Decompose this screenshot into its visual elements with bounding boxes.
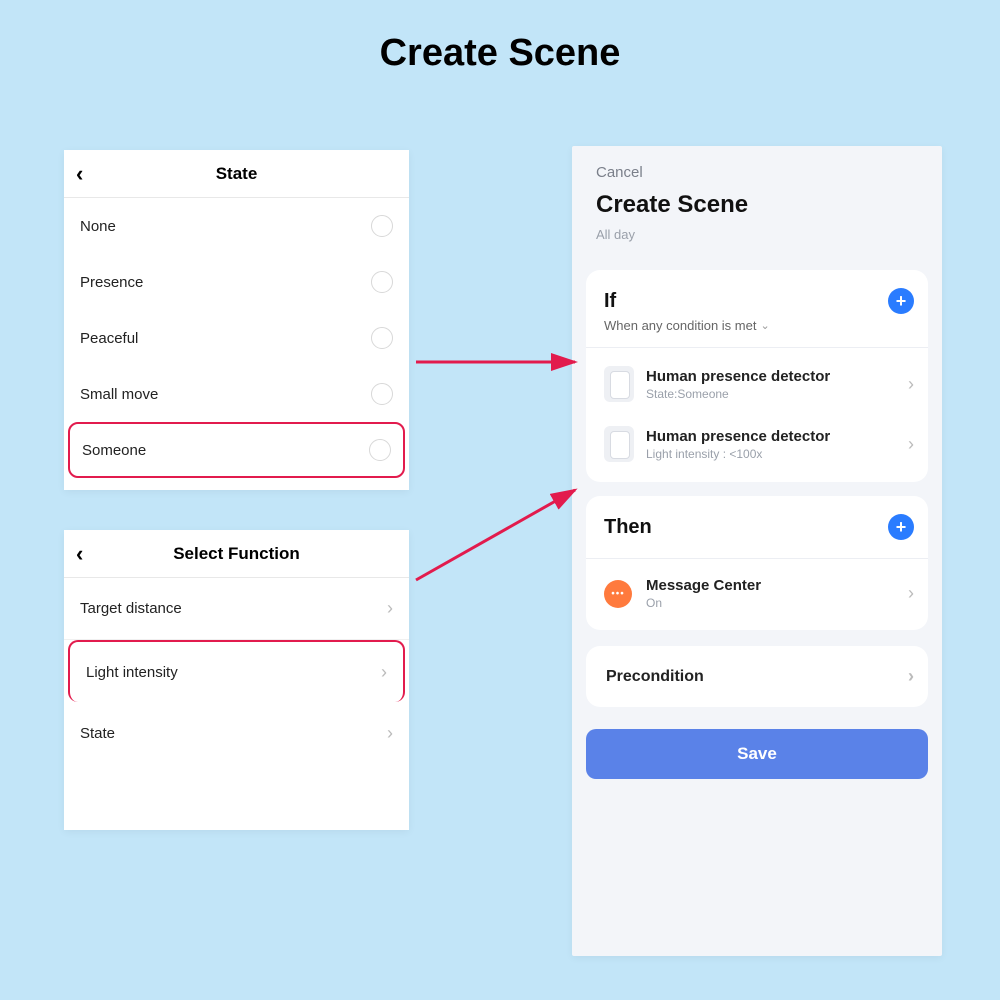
chevron-right-icon: › xyxy=(908,434,914,455)
time-range[interactable]: All day xyxy=(596,227,924,242)
add-action-button[interactable]: + xyxy=(888,514,914,540)
then-card: Then + Message Center On › xyxy=(586,496,928,630)
condition-row[interactable]: Human presence detector State:Someone › xyxy=(604,354,914,414)
plus-icon: + xyxy=(896,292,907,310)
radio-icon xyxy=(371,271,393,293)
function-panel-title: Select Function xyxy=(64,544,409,564)
back-button[interactable]: ‹ xyxy=(76,163,83,185)
radio-icon xyxy=(371,215,393,237)
save-button[interactable]: Save xyxy=(586,729,928,779)
device-icon xyxy=(604,366,634,402)
message-icon xyxy=(604,580,632,608)
then-heading: Then xyxy=(604,516,652,539)
plus-icon: + xyxy=(896,518,907,536)
function-item-state[interactable]: State › xyxy=(64,702,409,764)
add-condition-button[interactable]: + xyxy=(888,288,914,314)
condition-detail: Light intensity : <100x xyxy=(646,447,908,461)
back-button[interactable]: ‹ xyxy=(76,543,83,565)
function-panel-header: ‹ Select Function xyxy=(64,530,409,578)
state-option-label: Presence xyxy=(80,274,143,291)
action-detail: On xyxy=(646,596,908,610)
condition-detail: State:Someone xyxy=(646,387,908,401)
condition-name: Human presence detector xyxy=(646,428,908,445)
chevron-right-icon: › xyxy=(908,374,914,395)
chevron-down-icon: ⌄ xyxy=(760,319,769,332)
state-option-peaceful[interactable]: Peaceful xyxy=(64,310,409,366)
function-item-label: State xyxy=(80,725,115,742)
precondition-row[interactable]: Precondition › xyxy=(586,646,928,707)
precondition-label: Precondition xyxy=(606,668,704,686)
state-option-label: Small move xyxy=(80,386,158,403)
radio-icon xyxy=(371,327,393,349)
function-panel: ‹ Select Function Target distance › Ligh… xyxy=(64,530,409,830)
state-panel-title: State xyxy=(64,164,409,184)
condition-mode-label: When any condition is met xyxy=(604,318,756,333)
radio-icon xyxy=(369,439,391,461)
device-icon xyxy=(604,426,634,462)
radio-icon xyxy=(371,383,393,405)
state-option-label: Someone xyxy=(82,442,146,459)
scene-title: Create Scene xyxy=(596,191,924,219)
state-option-label: Peaceful xyxy=(80,330,138,347)
if-heading: If xyxy=(604,290,616,313)
function-item-light-intensity[interactable]: Light intensity › xyxy=(68,640,405,702)
function-item-label: Target distance xyxy=(80,600,182,617)
state-panel: ‹ State None Presence Peaceful Small mov… xyxy=(64,150,409,490)
action-name: Message Center xyxy=(646,577,908,594)
page-title: Create Scene xyxy=(0,0,1000,75)
state-option-none[interactable]: None xyxy=(64,198,409,254)
state-option-small-move[interactable]: Small move xyxy=(64,366,409,422)
chevron-right-icon: › xyxy=(381,662,387,683)
divider xyxy=(586,558,928,559)
chevron-right-icon: › xyxy=(908,583,914,604)
chevron-right-icon: › xyxy=(387,598,393,619)
action-row[interactable]: Message Center On › xyxy=(604,565,914,622)
state-option-label: None xyxy=(80,218,116,235)
scene-panel: Cancel Create Scene All day If + When an… xyxy=(572,146,942,956)
save-button-label: Save xyxy=(737,744,777,764)
condition-row[interactable]: Human presence detector Light intensity … xyxy=(604,414,914,474)
chevron-right-icon: › xyxy=(387,723,393,744)
if-card: If + When any condition is met ⌄ Human p… xyxy=(586,270,928,482)
function-item-label: Light intensity xyxy=(86,664,178,681)
function-item-target-distance[interactable]: Target distance › xyxy=(64,578,409,640)
state-option-presence[interactable]: Presence xyxy=(64,254,409,310)
chevron-right-icon: › xyxy=(908,666,914,687)
condition-mode-selector[interactable]: When any condition is met ⌄ xyxy=(604,318,914,333)
condition-name: Human presence detector xyxy=(646,368,908,385)
cancel-button[interactable]: Cancel xyxy=(596,164,924,181)
state-option-someone[interactable]: Someone xyxy=(68,422,405,478)
state-panel-header: ‹ State xyxy=(64,150,409,198)
divider xyxy=(586,347,928,348)
